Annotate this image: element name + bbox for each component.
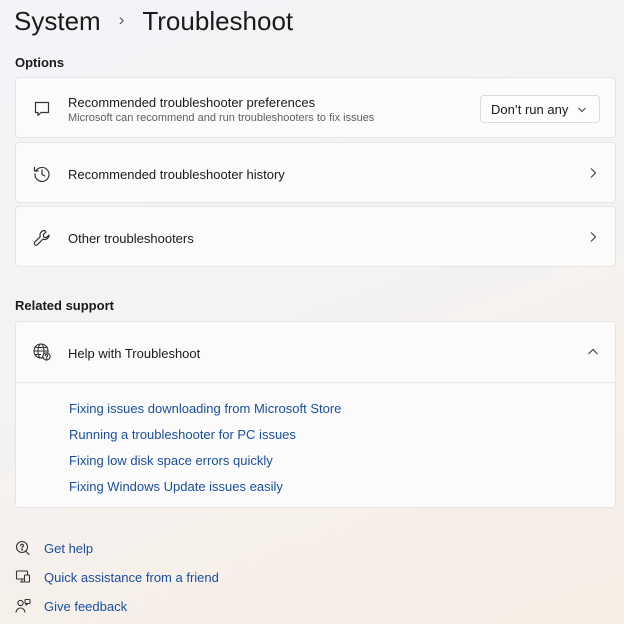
history-icon bbox=[32, 164, 52, 184]
give-feedback-item[interactable]: Give feedback bbox=[15, 596, 127, 616]
dropdown-value: Don’t run any bbox=[491, 101, 569, 117]
chevron-right-icon bbox=[590, 232, 597, 242]
help-link[interactable]: Fixing issues downloading from Microsoft… bbox=[69, 401, 341, 416]
breadcrumb-system[interactable]: System bbox=[14, 6, 101, 37]
wrench-icon bbox=[32, 228, 52, 248]
preferences-dropdown[interactable]: Don’t run any bbox=[480, 95, 600, 123]
give-feedback-link[interactable]: Give feedback bbox=[44, 599, 127, 614]
feedback-person-icon bbox=[15, 598, 31, 613]
chevron-right-icon bbox=[590, 168, 597, 178]
other-troubleshooters-card[interactable]: Other troubleshooters bbox=[15, 206, 616, 267]
quick-assist-icon bbox=[15, 570, 31, 583]
quick-assist-link[interactable]: Quick assistance from a friend bbox=[44, 570, 219, 585]
get-help-link[interactable]: Get help bbox=[44, 541, 93, 556]
preferences-text: Recommended troubleshooter preferences M… bbox=[68, 95, 374, 124]
chevron-down-icon bbox=[578, 107, 586, 113]
chevron-up-icon bbox=[588, 348, 598, 355]
help-link[interactable]: Fixing Windows Update issues easily bbox=[69, 479, 283, 494]
section-label-options: Options bbox=[15, 55, 65, 70]
get-help-item[interactable]: Get help bbox=[15, 538, 93, 558]
preferences-subtitle: Microsoft can recommend and run troubles… bbox=[68, 112, 375, 124]
help-chat-icon bbox=[15, 540, 30, 556]
history-title: Recommended troubleshooter history bbox=[68, 167, 285, 182]
divider bbox=[16, 382, 615, 383]
history-card[interactable]: Recommended troubleshooter history bbox=[15, 142, 616, 203]
help-title: Help with Troubleshoot bbox=[68, 346, 201, 361]
other-troubleshooters-title: Other troubleshooters bbox=[68, 231, 194, 246]
chat-bubble-icon bbox=[32, 99, 52, 119]
preferences-card: Recommended troubleshooter preferences M… bbox=[15, 77, 616, 138]
breadcrumb: System › Troubleshoot bbox=[14, 4, 293, 38]
globe-help-icon bbox=[32, 342, 52, 362]
section-label-related-support: Related support bbox=[15, 298, 114, 313]
help-link[interactable]: Fixing low disk space errors quickly bbox=[69, 453, 273, 468]
help-card: Help with Troubleshoot Fixing issues dow… bbox=[15, 321, 616, 508]
chevron-right-icon: › bbox=[118, 10, 125, 29]
quick-assist-item[interactable]: Quick assistance from a friend bbox=[15, 567, 219, 587]
preferences-title: Recommended troubleshooter preferences bbox=[68, 95, 316, 110]
help-link[interactable]: Running a troubleshooter for PC issues bbox=[69, 427, 296, 442]
help-header[interactable]: Help with Troubleshoot bbox=[16, 322, 615, 382]
page-title: Troubleshoot bbox=[142, 5, 294, 36]
